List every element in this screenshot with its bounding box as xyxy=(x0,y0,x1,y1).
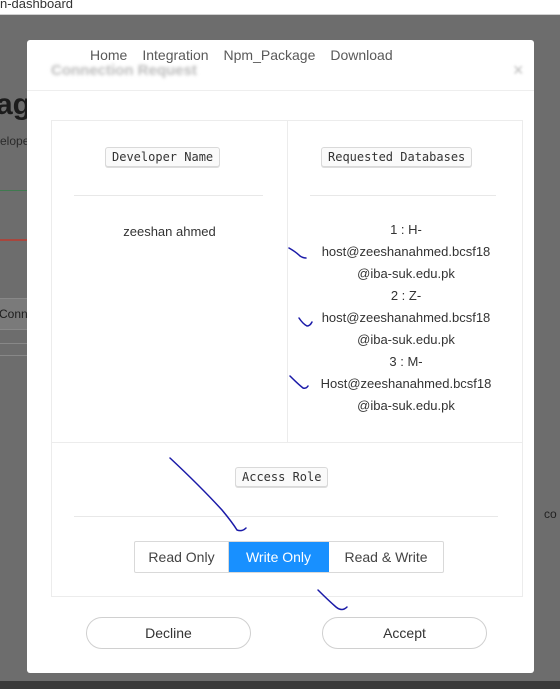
database-line: @iba-suk.edu.pk xyxy=(357,266,455,281)
request-details-card: Developer Name Requested Databases zeesh… xyxy=(51,120,523,597)
close-icon[interactable]: × xyxy=(513,60,524,81)
accept-button[interactable]: Accept xyxy=(322,617,487,649)
browser-url-bar[interactable]: n-dashboard xyxy=(0,0,560,15)
background-divider xyxy=(0,190,28,191)
section-divider xyxy=(74,516,498,517)
nav-integration-link[interactable]: Integration xyxy=(142,47,208,63)
nav-npm-package-link[interactable]: Npm_Package xyxy=(224,47,316,63)
url-text: n-dashboard xyxy=(0,0,73,11)
access-role-label: Access Role xyxy=(235,467,329,487)
database-line: @iba-suk.edu.pk xyxy=(357,332,455,347)
database-line: host@zeeshanahmed.bcsf18 xyxy=(321,244,491,259)
background-page-subtitle: elope xyxy=(0,134,30,148)
modal-header-divider xyxy=(27,90,534,91)
nav-home-link[interactable]: Home xyxy=(90,47,127,63)
background-connection-tab: Conn xyxy=(0,298,30,330)
database-line: 3 : M- xyxy=(389,354,423,369)
role-write-only-option[interactable]: Write Only xyxy=(229,542,329,572)
developer-name-label: Developer Name xyxy=(105,147,221,167)
modal-title: Connection Request xyxy=(51,62,197,79)
access-role-selector: Read Only Write Only Read & Write xyxy=(134,541,444,573)
database-line: 2 : Z- xyxy=(390,288,422,303)
background-bottom-bar xyxy=(0,681,560,689)
row-divider xyxy=(52,442,522,443)
database-line: @iba-suk.edu.pk xyxy=(357,398,455,413)
database-line: 1 : H- xyxy=(390,222,422,237)
section-divider xyxy=(74,195,263,196)
connection-request-modal: Connection Request × Developer Name Requ… xyxy=(27,40,534,673)
role-read-only-option[interactable]: Read Only xyxy=(135,542,229,572)
database-line: host@zeeshanahmed.bcsf18 xyxy=(321,310,491,325)
nav-download-link[interactable]: Download xyxy=(330,47,392,63)
requested-databases-label: Requested Databases xyxy=(321,147,473,167)
database-line: Host@zeeshanahmed.bcsf18 xyxy=(320,376,492,391)
developer-name-value: zeeshan ahmed xyxy=(123,224,216,239)
top-navigation: Home Integration Npm_Package Download xyxy=(90,47,393,63)
background-text: co xyxy=(544,507,557,521)
database-list: 1 : H- host@zeeshanahmed.bcsf18 @iba-suk… xyxy=(289,219,523,417)
background-tab-underline xyxy=(0,239,28,241)
section-divider xyxy=(310,195,496,196)
decline-button[interactable]: Decline xyxy=(86,617,251,649)
role-read-write-option[interactable]: Read & Write xyxy=(329,542,443,572)
background-divider xyxy=(0,343,28,344)
column-divider xyxy=(287,121,288,442)
background-divider xyxy=(0,355,28,356)
